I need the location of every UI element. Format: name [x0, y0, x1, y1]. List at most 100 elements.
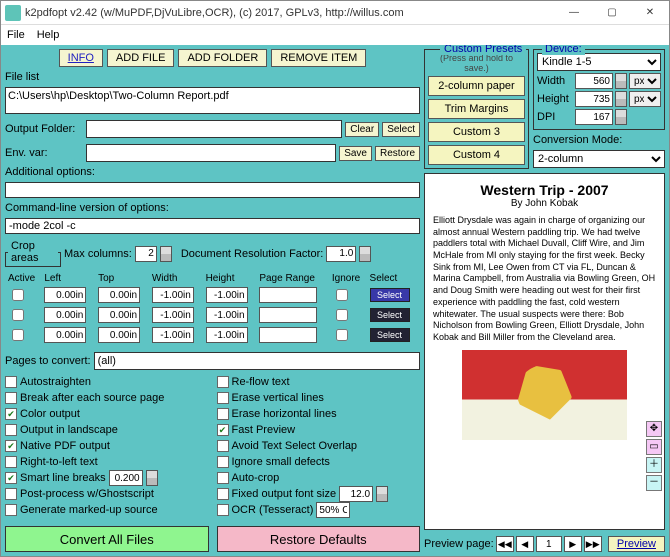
add-folder-button[interactable]: ADD FOLDER	[178, 49, 267, 67]
height-input[interactable]	[575, 91, 613, 107]
width-unit-select[interactable]: px	[629, 73, 661, 89]
crop-height-input[interactable]	[206, 327, 248, 343]
pages-input[interactable]	[94, 352, 420, 370]
preview-button[interactable]: Preview	[608, 536, 665, 552]
width-input[interactable]	[575, 73, 613, 89]
option-extra-input[interactable]	[109, 470, 143, 486]
crop-select-button[interactable]: Select	[370, 288, 410, 302]
crop-left-input[interactable]	[44, 327, 86, 343]
drf-spinner[interactable]	[359, 246, 371, 262]
nav-prev-button[interactable]: ◀	[516, 536, 534, 552]
option-extra-input[interactable]	[316, 502, 350, 518]
zoom-in-button[interactable]: ＋	[646, 457, 662, 473]
dpi-spinner[interactable]	[615, 109, 627, 125]
additional-options-input[interactable]	[5, 182, 420, 198]
option-checkbox[interactable]	[217, 392, 229, 404]
option-checkbox[interactable]	[217, 440, 229, 452]
nav-first-button[interactable]: ◀◀	[496, 536, 514, 552]
crop-width-input[interactable]	[152, 327, 194, 343]
restore-defaults-button[interactable]: Restore Defaults	[217, 526, 421, 552]
zoom-selection-button[interactable]: ✥	[646, 421, 662, 437]
crop-height-input[interactable]	[206, 307, 248, 323]
crop-height-input[interactable]	[206, 287, 248, 303]
preset-button[interactable]: Custom 3	[428, 122, 525, 142]
crop-ignore-checkbox[interactable]	[336, 309, 348, 321]
crop-active-checkbox[interactable]	[12, 289, 24, 301]
add-file-button[interactable]: ADD FILE	[107, 49, 175, 67]
clear-button[interactable]: Clear	[345, 122, 379, 137]
crop-active-checkbox[interactable]	[12, 309, 24, 321]
zoom-fit-button[interactable]: ▭	[646, 439, 662, 455]
option-spinner[interactable]	[146, 470, 158, 486]
nav-last-button[interactable]: ▶▶	[584, 536, 602, 552]
height-unit-select[interactable]: px	[629, 91, 661, 107]
crop-top-input[interactable]	[98, 327, 140, 343]
crop-select-button[interactable]: Select	[370, 328, 410, 342]
maximize-button[interactable]: ▢	[593, 2, 631, 24]
remove-item-button[interactable]: REMOVE ITEM	[271, 49, 366, 67]
option-checkbox[interactable]	[217, 376, 229, 388]
option-checkbox[interactable]	[5, 424, 17, 436]
info-button[interactable]: INFO	[59, 49, 103, 67]
option-checkbox[interactable]	[5, 408, 17, 420]
file-list-item[interactable]: C:\Users\hp\Desktop\Two-Column Report.pd…	[8, 90, 417, 102]
height-spinner[interactable]	[615, 91, 627, 107]
max-columns-input[interactable]	[135, 246, 157, 262]
minimize-button[interactable]: —	[555, 2, 593, 24]
option-label: Re-flow text	[232, 376, 290, 388]
option-extra-input[interactable]	[339, 486, 373, 502]
max-columns-spinner[interactable]	[160, 246, 172, 262]
crop-left-input[interactable]	[44, 287, 86, 303]
save-env-button[interactable]: Save	[339, 146, 372, 161]
option-checkbox[interactable]	[217, 504, 229, 516]
option-checkbox[interactable]	[217, 408, 229, 420]
dpi-input[interactable]	[575, 109, 613, 125]
width-spinner[interactable]	[615, 73, 627, 89]
option-checkbox[interactable]	[5, 488, 17, 500]
select-folder-button[interactable]: Select	[382, 122, 420, 137]
crop-pagerange-input[interactable]	[259, 287, 317, 303]
option-checkbox[interactable]	[5, 472, 17, 484]
option-label: Right-to-left text	[20, 456, 98, 468]
drf-input[interactable]	[326, 246, 356, 262]
option-checkbox[interactable]	[217, 472, 229, 484]
option-checkbox[interactable]	[217, 424, 229, 436]
convert-button[interactable]: Convert All Files	[5, 526, 209, 552]
option-checkbox[interactable]	[5, 392, 17, 404]
option-spinner[interactable]	[376, 486, 388, 502]
crop-active-checkbox[interactable]	[12, 329, 24, 341]
restore-env-button[interactable]: Restore	[375, 146, 420, 161]
close-button[interactable]: ✕	[631, 2, 669, 24]
file-list[interactable]: C:\Users\hp\Desktop\Two-Column Report.pd…	[5, 87, 420, 114]
cmdline-input[interactable]	[5, 218, 420, 234]
option-checkbox[interactable]	[5, 504, 17, 516]
crop-ignore-checkbox[interactable]	[336, 329, 348, 341]
env-var-input[interactable]	[86, 144, 336, 162]
option-checkbox[interactable]	[5, 440, 17, 452]
menu-help[interactable]: Help	[37, 29, 60, 41]
option-checkbox[interactable]	[217, 488, 229, 500]
crop-pagerange-input[interactable]	[259, 307, 317, 323]
zoom-out-button[interactable]: －	[646, 475, 662, 491]
nav-next-button[interactable]: ▶	[564, 536, 582, 552]
crop-pagerange-input[interactable]	[259, 327, 317, 343]
crop-ignore-checkbox[interactable]	[336, 289, 348, 301]
option-checkbox[interactable]	[5, 376, 17, 388]
preset-button[interactable]: Trim Margins	[428, 99, 525, 119]
menu-file[interactable]: File	[7, 29, 25, 41]
crop-width-input[interactable]	[152, 287, 194, 303]
output-folder-input[interactable]	[86, 120, 342, 138]
crop-header-height: Height	[205, 273, 257, 284]
conversion-mode-select[interactable]: 2-column	[533, 150, 665, 168]
crop-top-input[interactable]	[98, 307, 140, 323]
preset-button[interactable]: Custom 4	[428, 145, 525, 165]
crop-top-input[interactable]	[98, 287, 140, 303]
crop-select-button[interactable]: Select	[370, 308, 410, 322]
option-checkbox[interactable]	[217, 456, 229, 468]
device-select[interactable]: Kindle 1-5	[537, 53, 661, 71]
preview-page-input[interactable]	[536, 536, 562, 552]
crop-left-input[interactable]	[44, 307, 86, 323]
preset-button[interactable]: 2-column paper	[428, 76, 525, 96]
crop-width-input[interactable]	[152, 307, 194, 323]
option-checkbox[interactable]	[5, 456, 17, 468]
